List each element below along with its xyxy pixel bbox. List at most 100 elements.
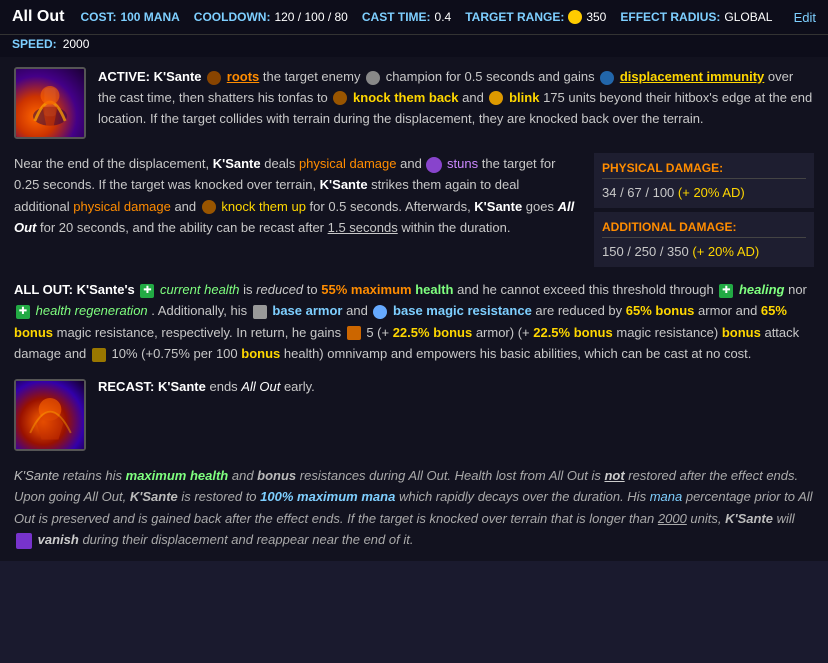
recast-section: RECAST: K'Sante ends All Out early. — [14, 379, 814, 451]
edit-button[interactable]: Edit — [794, 10, 816, 25]
physical-damage-ad: (+ 20% AD) — [678, 185, 745, 200]
footer-text-5: is restored to — [181, 489, 260, 504]
additional-damage-values: 150 / 250 / 350 (+ 20% AD) — [602, 244, 806, 259]
main-content: ACTIVE: K'Sante roots the target enemy c… — [0, 57, 828, 561]
allout-text-12: magic resistance, respectively. In retur… — [57, 325, 345, 340]
recast-ksante: K'Sante — [158, 379, 206, 394]
speed-value: 2000 — [63, 37, 90, 51]
middle-paragraph: Near the end of the displacement, K'Sant… — [14, 153, 578, 239]
knockup-icon — [202, 200, 216, 214]
blink-text: blink — [509, 90, 539, 105]
physical-damage-numbers: 34 / 67 / 100 — [602, 185, 674, 200]
footer-text-1: retains his — [63, 468, 126, 483]
cost-label: COST: — [80, 10, 116, 24]
ability-image-bg — [16, 69, 84, 137]
allout-text-1: is reduced to — [243, 282, 321, 297]
additional-damage-numbers: 150 / 250 / 350 — [602, 244, 689, 259]
active-text-1: the target enemy — [263, 69, 364, 84]
allout-text-14: armor) (+ — [476, 325, 533, 340]
cost-group: COST: 100 MANA — [80, 10, 179, 24]
effect-radius-label: EFFECT RADIUS: — [620, 10, 720, 24]
cast-time-label: CAST TIME: — [362, 10, 431, 24]
footer-100-text: 100% — [260, 489, 293, 504]
page-wrapper: All Out COST: 100 MANA COOLDOWN: 120 / 1… — [0, 0, 828, 561]
footer-section: K'Sante retains his maximum health and b… — [14, 465, 814, 551]
recast-image — [14, 379, 86, 451]
ksante-name-1: K'Sante — [154, 69, 202, 84]
footer-not-text: not — [604, 468, 624, 483]
footer-text-3: resistances during All Out. Health lost … — [300, 468, 605, 483]
cast-time-group: CAST TIME: 0.4 — [362, 10, 451, 24]
allout-text-5: nor — [788, 282, 807, 297]
regen-cross-icon: ✚ — [16, 305, 30, 319]
knock-icon — [333, 91, 347, 105]
physical-damage-header: PHYSICAL DAMAGE: — [602, 161, 806, 179]
bonus65mr-text: 65% — [761, 303, 787, 318]
allout-text-18: health) omnivamp and empowers his basic … — [284, 346, 752, 361]
bonus-text-6: bonus — [241, 346, 280, 361]
additional-damage-ad: (+ 20% AD) — [692, 244, 759, 259]
bonus225mr-text: 22.5% — [533, 325, 570, 340]
cross-icon-1: ✚ — [140, 284, 154, 298]
knockup-text: knock them up — [221, 199, 306, 214]
footer-vanish-text: vanish — [38, 532, 79, 547]
bonus-text-2: bonus — [14, 325, 53, 340]
roots-icon — [207, 71, 221, 85]
target-range-value: 350 — [586, 10, 606, 24]
middle-text-col: Near the end of the displacement, K'Sant… — [14, 153, 578, 267]
allout-text-10: armor and — [698, 303, 761, 318]
recast-early-text: early. — [284, 379, 315, 394]
omnivamp-icon — [92, 348, 106, 362]
target-range-group: TARGET RANGE: 350 — [465, 10, 606, 24]
footer-text-2: and — [232, 468, 257, 483]
current-health-text: current health — [160, 282, 240, 297]
active-section: ACTIVE: K'Sante roots the target enemy c… — [14, 67, 814, 139]
max-health-text: maximum — [351, 282, 412, 297]
allout-text-4: and he cannot exceed this threshold thro… — [457, 282, 717, 297]
disp-immunity-icon — [600, 71, 614, 85]
recast-label: RECAST: — [98, 379, 154, 394]
bonus-text-3: bonus — [433, 325, 472, 340]
active-text-2: for 0.5 seconds and gains — [446, 69, 599, 84]
physical-damage-values: 34 / 67 / 100 (+ 20% AD) — [602, 185, 806, 200]
damage-stats-col: PHYSICAL DAMAGE: 34 / 67 / 100 (+ 20% AD… — [594, 153, 814, 267]
stuns-text: stuns — [447, 156, 478, 171]
bonus65a-text: 65% — [626, 303, 652, 318]
additional-damage-block: ADDITIONAL DAMAGE: 150 / 250 / 350 (+ 20… — [594, 212, 814, 267]
effect-radius-value: GLOBAL — [724, 10, 772, 24]
footer-mana-2: mana — [650, 489, 683, 504]
base-armor-text: base armor — [272, 303, 342, 318]
recast-figure-icon — [16, 381, 84, 449]
footer-max-text: maximum — [297, 489, 358, 504]
bonus-text-4: bonus — [574, 325, 613, 340]
allout-label: ALL OUT: K'Sante's — [14, 282, 135, 297]
bonus-text-5: bonus — [722, 325, 761, 340]
ability-name: All Out — [12, 8, 64, 26]
middle-section: Near the end of the displacement, K'Sant… — [14, 153, 814, 267]
recast-image-bg — [16, 381, 84, 449]
stun-icon — [426, 157, 442, 173]
target-icon — [568, 10, 582, 24]
ability-figure-icon — [16, 69, 84, 137]
ability-image — [14, 67, 86, 139]
physical-damage-block: PHYSICAL DAMAGE: 34 / 67 / 100 (+ 20% AD… — [594, 153, 814, 208]
footer-mana-text: mana — [361, 489, 395, 504]
cooldown-group: COOLDOWN: 120 / 100 / 80 — [194, 10, 348, 24]
recast-text: ends — [209, 379, 241, 394]
speed-row: SPEED: 2000 — [0, 35, 828, 57]
disp-immunity-text: displacement immunity — [620, 69, 764, 84]
health-text-1: health — [415, 282, 453, 297]
champion-icon — [366, 71, 380, 85]
allout-section: ALL OUT: K'Sante's ✚ current health is r… — [14, 279, 814, 365]
roots-text: roots — [227, 69, 260, 84]
target-range-label: TARGET RANGE: — [465, 10, 564, 24]
recast-text-col: RECAST: K'Sante ends All Out early. — [98, 379, 315, 394]
footer-ksante-2: K'Sante — [130, 489, 178, 504]
bonus-text-1: bonus — [655, 303, 694, 318]
footer-max-health: maximum health — [126, 468, 229, 483]
footer-bonus-res: bonus — [257, 468, 296, 483]
omnivamp-10-text: 10% (+0.75% per 100 — [112, 346, 242, 361]
speed-label: SPEED: — [12, 37, 57, 51]
cost-value: 100 MANA — [120, 10, 179, 24]
footer-ksante: K'Sante — [14, 468, 59, 483]
